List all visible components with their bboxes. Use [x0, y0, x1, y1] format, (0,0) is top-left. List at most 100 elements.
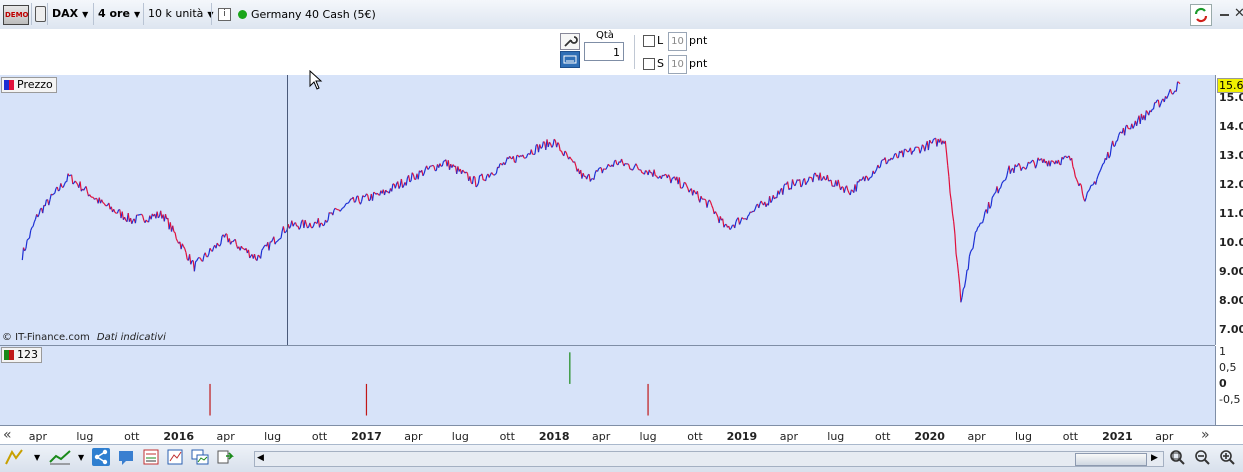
price-segment	[433, 165, 434, 166]
long-unit: pnt	[689, 34, 707, 47]
price-segment	[185, 248, 186, 252]
price-y-tick: 11.00	[1219, 207, 1243, 220]
price-segment	[1050, 161, 1051, 166]
long-checkbox[interactable]	[643, 35, 655, 47]
time-x-tick: 2020	[914, 430, 945, 443]
minimize-icon[interactable]	[1220, 14, 1229, 16]
zoom-out-icon[interactable]	[1193, 448, 1211, 466]
price-segment	[868, 178, 869, 180]
price-segment	[527, 154, 528, 157]
short-label: S	[657, 57, 664, 70]
price-segment	[25, 249, 26, 251]
indicator-y-axis[interactable]: 10,50-0,5	[1215, 346, 1243, 425]
price-chart[interactable]	[0, 75, 1215, 345]
price-legend[interactable]: Prezzo	[1, 77, 57, 93]
price-segment	[499, 164, 500, 168]
price-segment	[759, 203, 760, 208]
close-icon[interactable]: ✕	[1234, 6, 1243, 21]
price-segment	[220, 244, 221, 246]
short-points-input[interactable]: 10	[668, 55, 687, 74]
price-segment	[401, 179, 402, 188]
price-segment	[1085, 198, 1086, 202]
scroll-left-button[interactable]: «	[3, 427, 12, 443]
price-segment	[949, 177, 950, 193]
indicator-y-tick: 0,5	[1219, 361, 1237, 374]
price-segment	[249, 250, 250, 258]
qty-input[interactable]: 1	[584, 42, 624, 61]
indicator-chart[interactable]	[0, 346, 1215, 425]
price-segment	[64, 182, 65, 185]
backtest-icon[interactable]	[216, 448, 234, 466]
price-segment	[566, 153, 567, 156]
list-icon[interactable]	[142, 448, 160, 466]
price-segment	[1073, 167, 1074, 170]
price-segment	[928, 140, 929, 150]
keyboard-icon[interactable]	[560, 51, 580, 68]
time-x-tick: 2019	[727, 430, 758, 443]
scroll-right-arrow-icon[interactable]: ▶	[1151, 453, 1158, 463]
units-select[interactable]: 10 k unità▼	[148, 6, 214, 22]
short-checkbox[interactable]	[643, 58, 655, 70]
price-segment	[1036, 164, 1037, 168]
drawing-pencil-icon[interactable]	[4, 448, 22, 466]
price-segment	[770, 196, 771, 203]
price-segment	[466, 172, 467, 173]
price-segment	[194, 262, 195, 272]
comment-icon[interactable]	[117, 448, 135, 466]
indicator-panel[interactable]: 123	[0, 346, 1215, 425]
price-segment	[1083, 194, 1084, 199]
price-segment	[634, 166, 635, 169]
price-segment	[715, 212, 716, 214]
price-segment	[1125, 126, 1126, 135]
wrench-icon[interactable]	[560, 33, 580, 50]
zoom-fit-icon[interactable]	[1168, 448, 1186, 466]
info-icon-glyph: i	[223, 9, 226, 19]
price-segment	[979, 223, 980, 226]
chart-style-icon[interactable]	[48, 448, 72, 466]
scrollbar-thumb[interactable]	[1075, 453, 1147, 466]
price-segment	[755, 205, 756, 209]
price-segment	[638, 169, 639, 170]
price-segment	[1031, 161, 1032, 163]
indicator-legend[interactable]: 123	[1, 347, 42, 363]
zoom-in-icon[interactable]	[1218, 448, 1236, 466]
price-segment	[866, 176, 867, 177]
price-segment	[470, 176, 471, 183]
scroll-left-arrow-icon[interactable]: ◀	[257, 453, 264, 463]
multi-chart-icon[interactable]	[191, 448, 209, 466]
instrument-icon[interactable]	[35, 6, 46, 22]
timeframe-select[interactable]: 4 ore▼	[98, 6, 140, 22]
price-segment	[26, 240, 27, 248]
price-segment	[856, 181, 857, 191]
info-icon[interactable]: i	[218, 8, 231, 21]
scroll-right-button[interactable]: »	[1201, 427, 1210, 443]
indicators-icon[interactable]	[166, 448, 184, 466]
long-points-input[interactable]: 10	[668, 32, 687, 51]
bottom-toolbar: ▼ ▼ ◀ ▶	[0, 444, 1243, 472]
chevron-down-icon[interactable]: ▼	[78, 453, 84, 462]
price-segment	[960, 285, 961, 302]
sync-icon[interactable]	[1190, 4, 1212, 26]
share-icon[interactable]	[92, 448, 110, 466]
price-segment	[1167, 96, 1168, 99]
time-x-axis[interactable]: « aprlugott2016aprlugott2017aprlugott201…	[0, 425, 1243, 445]
price-chart-panel[interactable]: Prezzo © IT-Finance.com Dati indicativi	[0, 75, 1215, 346]
price-segment	[353, 197, 354, 202]
instrument-select[interactable]: DAX▼	[52, 6, 88, 22]
price-segment	[341, 208, 342, 210]
horizontal-scrollbar[interactable]: ◀ ▶	[254, 451, 1164, 467]
price-segment	[269, 242, 270, 251]
price-segment	[335, 208, 336, 209]
price-segment	[594, 173, 595, 179]
price-segment	[258, 255, 259, 256]
chevron-down-icon[interactable]: ▼	[34, 453, 40, 462]
price-segment	[296, 223, 297, 227]
price-segment	[492, 173, 493, 175]
price-segment	[880, 161, 881, 167]
price-segment	[411, 173, 412, 181]
price-segment	[1160, 104, 1161, 107]
price-segment	[559, 144, 560, 151]
price-y-axis[interactable]: 15.6 15.014.0013.0012.0011.0010.009.008.…	[1215, 75, 1243, 345]
price-segment	[122, 212, 123, 220]
price-segment	[628, 164, 629, 165]
